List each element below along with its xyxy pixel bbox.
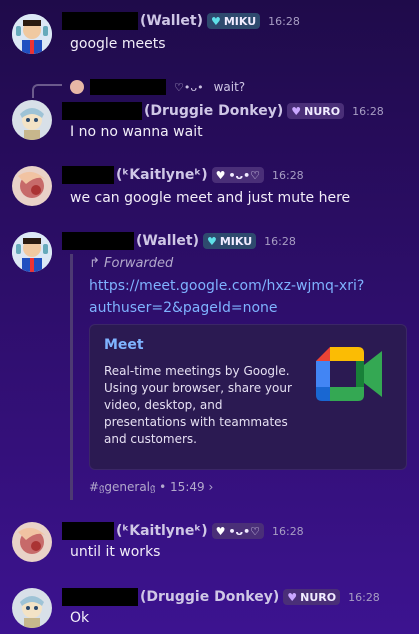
- embed-description: Real-time meetings by Google. Using your…: [104, 364, 292, 446]
- redacted-username: [62, 232, 134, 250]
- avatar[interactable]: [12, 166, 52, 206]
- message-text: until it works: [70, 544, 161, 560]
- link-embed[interactable]: Meet Real-time meetings by Google. Using…: [89, 324, 407, 470]
- reply-preview[interactable]: ♡•ᴗ• wait?: [70, 78, 245, 96]
- meet-link-continued[interactable]: authuser=2&pageId=none: [89, 300, 278, 316]
- timestamp: 16:28: [352, 104, 384, 118]
- avatar-wallet-icon: [12, 232, 52, 272]
- avatar-kaitlyne-icon: [12, 166, 52, 206]
- avatar[interactable]: [12, 232, 52, 272]
- timestamp: 16:28: [268, 14, 300, 28]
- timestamp: 16:28: [348, 590, 380, 604]
- message: ♡•ᴗ• wait? (Druggie Donkey) ♥ NURO 16:28…: [0, 76, 419, 146]
- avatar-kaitlyne-icon: [12, 522, 52, 562]
- reply-avatar-icon: [70, 80, 84, 94]
- message-header: (Druggie Donkey) ♥ NURO 16:28: [62, 587, 380, 607]
- white-heart-icon: ♥: [215, 168, 226, 182]
- purple-heart-icon: ♥: [291, 104, 302, 118]
- message-header: (ᵏKaitlyneᵏ) ♥ •ᴗ•♡ 16:28: [62, 165, 304, 185]
- message-text: Ok: [70, 610, 90, 626]
- avatar-druggie-donkey-icon: [12, 100, 52, 140]
- google-meet-logo-icon: [316, 347, 382, 401]
- nickname[interactable]: (Druggie Donkey): [144, 103, 283, 119]
- message: (ᵏKaitlyneᵏ) ♥ •ᴗ•♡ 16:28 we can google …: [0, 162, 419, 218]
- cyan-heart-icon: ♥: [210, 14, 221, 28]
- redacted-username: [62, 166, 114, 184]
- message-header: (Wallet) ♥ MIKU 16:28: [62, 11, 300, 31]
- nickname[interactable]: (Druggie Donkey): [140, 589, 279, 605]
- white-heart-icon: ♥: [215, 524, 226, 538]
- cyan-heart-icon: ♥: [206, 234, 217, 248]
- timestamp: 16:28: [271, 168, 304, 182]
- forwarded-message: ↱ Forwarded https://meet.google.com/hxz-…: [70, 254, 407, 500]
- message-header: (Wallet) ♥ MIKU 16:28: [62, 231, 296, 251]
- avatar[interactable]: [12, 14, 52, 54]
- redacted-username: [62, 102, 142, 120]
- avatar[interactable]: [12, 522, 52, 562]
- role-badge[interactable]: ♥ MIKU: [206, 13, 261, 29]
- nickname[interactable]: (ᵏKaitlyneᵏ): [116, 523, 208, 539]
- message-text: google meets: [70, 36, 166, 52]
- nickname[interactable]: (Wallet): [136, 233, 199, 249]
- message: (Wallet) ♥ MIKU 16:28 google meets: [0, 8, 419, 58]
- role-badge[interactable]: ♥ •ᴗ•♡: [211, 523, 264, 539]
- avatar[interactable]: [12, 588, 52, 628]
- redacted-username: [62, 12, 138, 30]
- timestamp: 16:28: [264, 234, 296, 248]
- role-badge[interactable]: ♥ NURO: [287, 103, 345, 119]
- redacted-username: [62, 588, 138, 606]
- nickname[interactable]: (ᵏKaitlyneᵏ): [116, 167, 208, 183]
- role-badge[interactable]: ♥ MIKU: [202, 233, 257, 249]
- role-badge: ♡•ᴗ•: [174, 80, 204, 94]
- message-header: (ᵏKaitlyneᵏ) ♥ •ᴗ•♡ 16:28: [62, 521, 304, 541]
- avatar-wallet-icon: [12, 14, 52, 54]
- forward-arrow-icon: ↱: [89, 256, 100, 271]
- avatar[interactable]: [12, 100, 52, 140]
- nickname[interactable]: (Wallet): [140, 13, 203, 29]
- message: (Druggie Donkey) ♥ NURO 16:28 Ok: [0, 584, 419, 632]
- meet-link[interactable]: https://meet.google.com/hxz-wjmq-xri?: [89, 278, 364, 294]
- forwarded-label: ↱ Forwarded: [89, 256, 174, 271]
- message-text: we can google meet and just mute here: [70, 190, 351, 206]
- purple-heart-icon: ♥: [287, 590, 298, 604]
- timestamp: 16:28: [271, 524, 304, 538]
- reply-text: wait?: [213, 80, 246, 94]
- redacted-username: [62, 522, 114, 540]
- message-text: I no no wanna wait: [70, 124, 203, 140]
- avatar-druggie-donkey-icon: [12, 588, 52, 628]
- redacted-username: [90, 79, 166, 95]
- role-badge[interactable]: ♥ NURO: [283, 589, 341, 605]
- forward-source[interactable]: #𝔤general𝔤 • 15:49 ›: [89, 480, 213, 495]
- message-header: (Druggie Donkey) ♥ NURO 16:28: [62, 101, 384, 121]
- embed-title[interactable]: Meet: [104, 337, 144, 353]
- role-badge[interactable]: ♥ •ᴗ•♡: [211, 167, 264, 183]
- message: (ᵏKaitlyneᵏ) ♥ •ᴗ•♡ 16:28 until it works: [0, 518, 419, 568]
